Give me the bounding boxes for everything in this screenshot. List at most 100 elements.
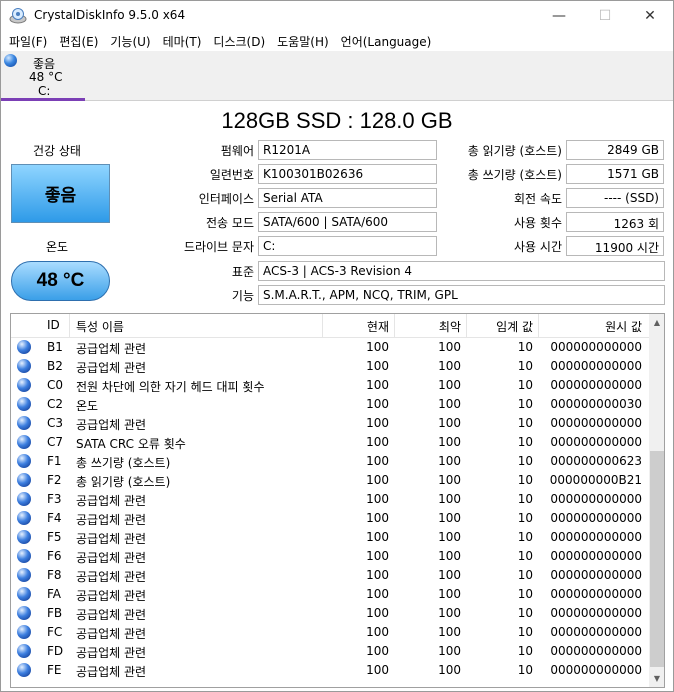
cell-worst: 100 [438, 511, 461, 525]
cell-id: C2 [47, 397, 64, 411]
cell-id: F8 [47, 568, 62, 582]
table-row[interactable]: F8 공급업체 관련 100 100 10 000000000000 [11, 566, 649, 585]
menu-bar: 파일(F) 편집(E) 기능(U) 테마(T) 디스크(D) 도움말(H) 언어… [1, 31, 673, 51]
table-row[interactable]: FC 공급업체 관련 100 100 10 000000000000 [11, 623, 649, 642]
cell-attribute-name: 온도 [76, 399, 99, 413]
cell-id: F2 [47, 473, 62, 487]
column-header-id[interactable]: ID [47, 318, 60, 332]
cell-attribute-name: 공급업체 관련 [76, 361, 147, 375]
temperature-badge[interactable]: 48 °C [11, 261, 110, 301]
transfer-mode-label: 전송 모드 [206, 216, 254, 230]
disk-model-title[interactable]: 128GB SSD : 128.0 GB [1, 108, 673, 134]
serial-label: 일련번호 [209, 168, 254, 182]
attribute-status-icon [17, 416, 31, 430]
table-row[interactable]: FB 공급업체 관련 100 100 10 000000000000 [11, 604, 649, 623]
menu-theme[interactable]: 테마(T) [157, 33, 208, 50]
cell-current: 100 [366, 473, 389, 487]
scrollbar-thumb[interactable] [650, 451, 664, 667]
table-row[interactable]: F2 총 읽기량 (호스트) 100 100 10 000000000B21 [11, 471, 649, 490]
table-row[interactable]: F1 총 쓰기량 (호스트) 100 100 10 000000000623 [11, 452, 649, 471]
table-row[interactable]: F5 공급업체 관련 100 100 10 000000000000 [11, 528, 649, 547]
column-header-worst[interactable]: 최악 [395, 318, 461, 335]
cell-worst: 100 [438, 359, 461, 373]
menu-edit[interactable]: 편집(E) [53, 33, 104, 50]
vertical-scrollbar[interactable]: ▲ ▼ [649, 314, 664, 687]
health-status-button[interactable]: 좋음 [11, 164, 110, 223]
attribute-status-icon [17, 397, 31, 411]
cell-current: 100 [366, 606, 389, 620]
menu-help[interactable]: 도움말(H) [271, 33, 335, 50]
cell-id: FA [47, 587, 62, 601]
cell-current: 100 [366, 568, 389, 582]
table-row[interactable]: FE 공급업체 관련 100 100 10 000000000000 [11, 661, 649, 680]
attribute-status-icon [17, 587, 31, 601]
cell-worst: 100 [438, 530, 461, 544]
cell-worst: 100 [438, 587, 461, 601]
scroll-down-arrow-icon[interactable]: ▼ [649, 670, 664, 687]
table-row[interactable]: B1 공급업체 관련 100 100 10 000000000000 [11, 338, 649, 357]
column-divider[interactable] [69, 314, 70, 338]
cell-attribute-name: 총 읽기량 (호스트) [76, 475, 171, 489]
table-row[interactable]: FA 공급업체 관련 100 100 10 000000000000 [11, 585, 649, 604]
scroll-up-arrow-icon[interactable]: ▲ [649, 314, 664, 331]
attribute-status-icon [17, 378, 31, 392]
minimize-button[interactable]: — [536, 1, 582, 31]
cell-id: F6 [47, 549, 62, 563]
cell-raw-value: 000000000B21 [549, 473, 642, 487]
cell-worst: 100 [438, 568, 461, 582]
table-row[interactable]: C7 SATA CRC 오류 횟수 100 100 10 000000000000 [11, 433, 649, 452]
rotation-rate-label: 회전 속도 [514, 192, 562, 206]
smart-attributes-table[interactable]: ID 특성 이름 현재 최악 임계 값 원시 값 B1 공급업체 관련 100 100… [10, 313, 665, 688]
cell-current: 100 [366, 454, 389, 468]
drive-letter-label: 드라이브 문자 [183, 240, 254, 254]
cell-worst: 100 [438, 663, 461, 677]
interface-value: Serial ATA [258, 188, 437, 208]
cell-raw-value: 000000000000 [550, 511, 642, 525]
cell-id: C3 [47, 416, 64, 430]
cell-current: 100 [366, 663, 389, 677]
column-header-threshold[interactable]: 임계 값 [467, 318, 533, 335]
cell-worst: 100 [438, 473, 461, 487]
menu-file[interactable]: 파일(F) [3, 33, 53, 50]
cell-id: FB [47, 606, 63, 620]
cell-raw-value: 000000000000 [550, 359, 642, 373]
table-row[interactable]: B2 공급업체 관련 100 100 10 000000000000 [11, 357, 649, 376]
menu-language[interactable]: 언어(Language) [335, 33, 438, 50]
cell-attribute-name: 공급업체 관련 [76, 627, 147, 641]
table-row[interactable]: F3 공급업체 관련 100 100 10 000000000000 [11, 490, 649, 509]
table-row[interactable]: F6 공급업체 관련 100 100 10 000000000000 [11, 547, 649, 566]
attribute-status-icon [17, 454, 31, 468]
table-row[interactable]: C0 전원 차단에 의한 자기 헤드 대피 횟수 100 100 10 000000000… [11, 376, 649, 395]
cell-attribute-name: 공급업체 관련 [76, 570, 147, 584]
menu-disk[interactable]: 디스크(D) [207, 33, 271, 50]
table-row[interactable]: C2 온도 100 100 10 000000000030 [11, 395, 649, 414]
cell-attribute-name: 공급업체 관련 [76, 551, 147, 565]
attribute-status-icon [17, 568, 31, 582]
features-value: S.M.A.R.T., APM, NCQ, TRIM, GPL [258, 285, 665, 305]
cell-raw-value: 000000000000 [550, 530, 642, 544]
cell-worst: 100 [438, 340, 461, 354]
column-header-raw-value[interactable]: 원시 값 [539, 318, 642, 335]
cell-current: 100 [366, 587, 389, 601]
cell-raw-value: 000000000000 [550, 435, 642, 449]
cell-attribute-name: 공급업체 관련 [76, 646, 147, 660]
close-button[interactable]: ✕ [627, 1, 673, 31]
rotation-rate-value: ---- (SSD) [566, 188, 664, 208]
temperature-label: 온도 [46, 240, 69, 254]
cell-worst: 100 [438, 492, 461, 506]
serial-value: K100301B02636 [258, 164, 437, 184]
host-writes-value: 1571 GB [566, 164, 664, 184]
cell-id: FD [47, 644, 64, 658]
maximize-button[interactable]: ☐ [582, 1, 628, 31]
table-row[interactable]: C3 공급업체 관련 100 100 10 000000000000 [11, 414, 649, 433]
cell-current: 100 [366, 625, 389, 639]
standard-value: ACS-3 | ACS-3 Revision 4 [258, 261, 665, 281]
cell-attribute-name: 공급업체 관련 [76, 608, 147, 622]
table-row[interactable]: FD 공급업체 관련 100 100 10 000000000000 [11, 642, 649, 661]
table-row[interactable]: F4 공급업체 관련 100 100 10 000000000000 [11, 509, 649, 528]
disk-tab-letter: C: [38, 84, 51, 98]
disk-tab-c[interactable]: 좋음 48 °C C: [1, 51, 85, 101]
menu-function[interactable]: 기능(U) [104, 33, 156, 50]
column-header-current[interactable]: 현재 [323, 318, 389, 335]
column-header-attribute-name[interactable]: 특성 이름 [76, 318, 124, 335]
